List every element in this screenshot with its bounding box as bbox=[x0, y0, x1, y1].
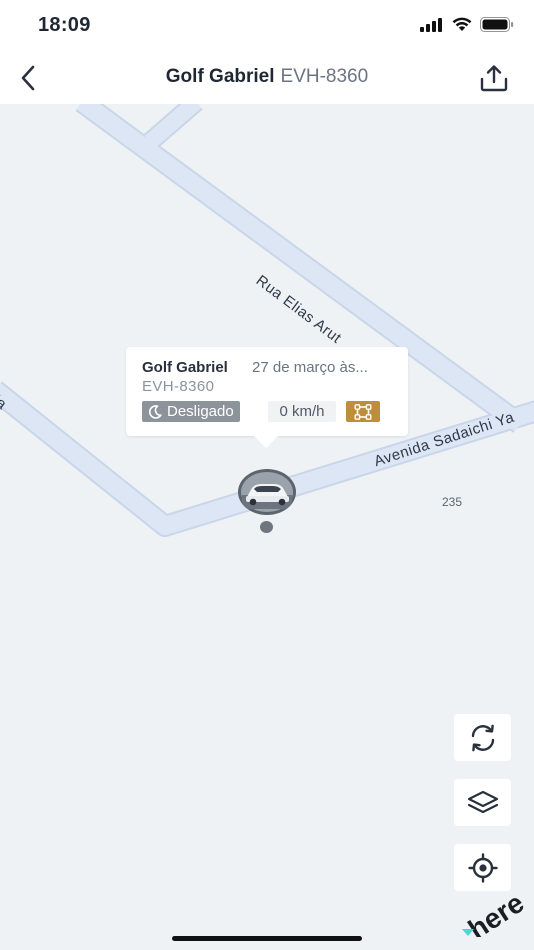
moon-icon bbox=[148, 404, 162, 419]
car-photo-icon bbox=[241, 472, 293, 512]
popup-timestamp: 27 de março às... bbox=[252, 359, 368, 376]
geofence-badge[interactable] bbox=[346, 401, 380, 422]
refresh-icon bbox=[471, 724, 494, 751]
battery-icon bbox=[480, 17, 514, 32]
vehicle-marker[interactable] bbox=[238, 469, 296, 515]
status-time: 18:09 bbox=[38, 14, 91, 36]
page-title: Golf Gabriel EVH-8360 bbox=[0, 66, 534, 88]
share-button[interactable] bbox=[474, 58, 514, 98]
house-number: 235 bbox=[442, 495, 463, 509]
home-indicator bbox=[172, 936, 362, 941]
here-logo: here bbox=[462, 893, 524, 937]
popup-vehicle-name: Golf Gabriel bbox=[142, 359, 228, 376]
vehicle-info-popup[interactable]: Golf Gabriel 27 de março às... EVH-8360 … bbox=[126, 347, 408, 448]
vehicle-plate-title: EVH-8360 bbox=[280, 66, 369, 87]
share-icon bbox=[480, 65, 508, 92]
map-view[interactable]: Rua Elias Arut Avenida Sadaichi Ya ia 23… bbox=[0, 104, 534, 950]
signal-icon bbox=[420, 17, 442, 32]
locate-button[interactable] bbox=[454, 844, 511, 891]
vehicle-position-dot bbox=[260, 521, 273, 533]
status-icons bbox=[420, 17, 514, 32]
vehicle-title: Golf Gabriel bbox=[165, 66, 275, 87]
refresh-button[interactable] bbox=[454, 714, 511, 761]
layers-button[interactable] bbox=[454, 779, 511, 826]
wifi-icon bbox=[452, 17, 472, 31]
locate-icon bbox=[467, 852, 498, 883]
status-bar: 18:09 bbox=[0, 0, 534, 52]
geofence-icon bbox=[354, 403, 372, 420]
layers-icon bbox=[467, 790, 498, 813]
status-label: Desligado bbox=[167, 403, 234, 420]
popup-plate: EVH-8360 bbox=[142, 378, 215, 395]
navigation-bar: Golf Gabriel EVH-8360 bbox=[0, 52, 534, 104]
status-badge: Desligado bbox=[142, 401, 240, 422]
speed-badge: 0 km/h bbox=[268, 401, 336, 422]
